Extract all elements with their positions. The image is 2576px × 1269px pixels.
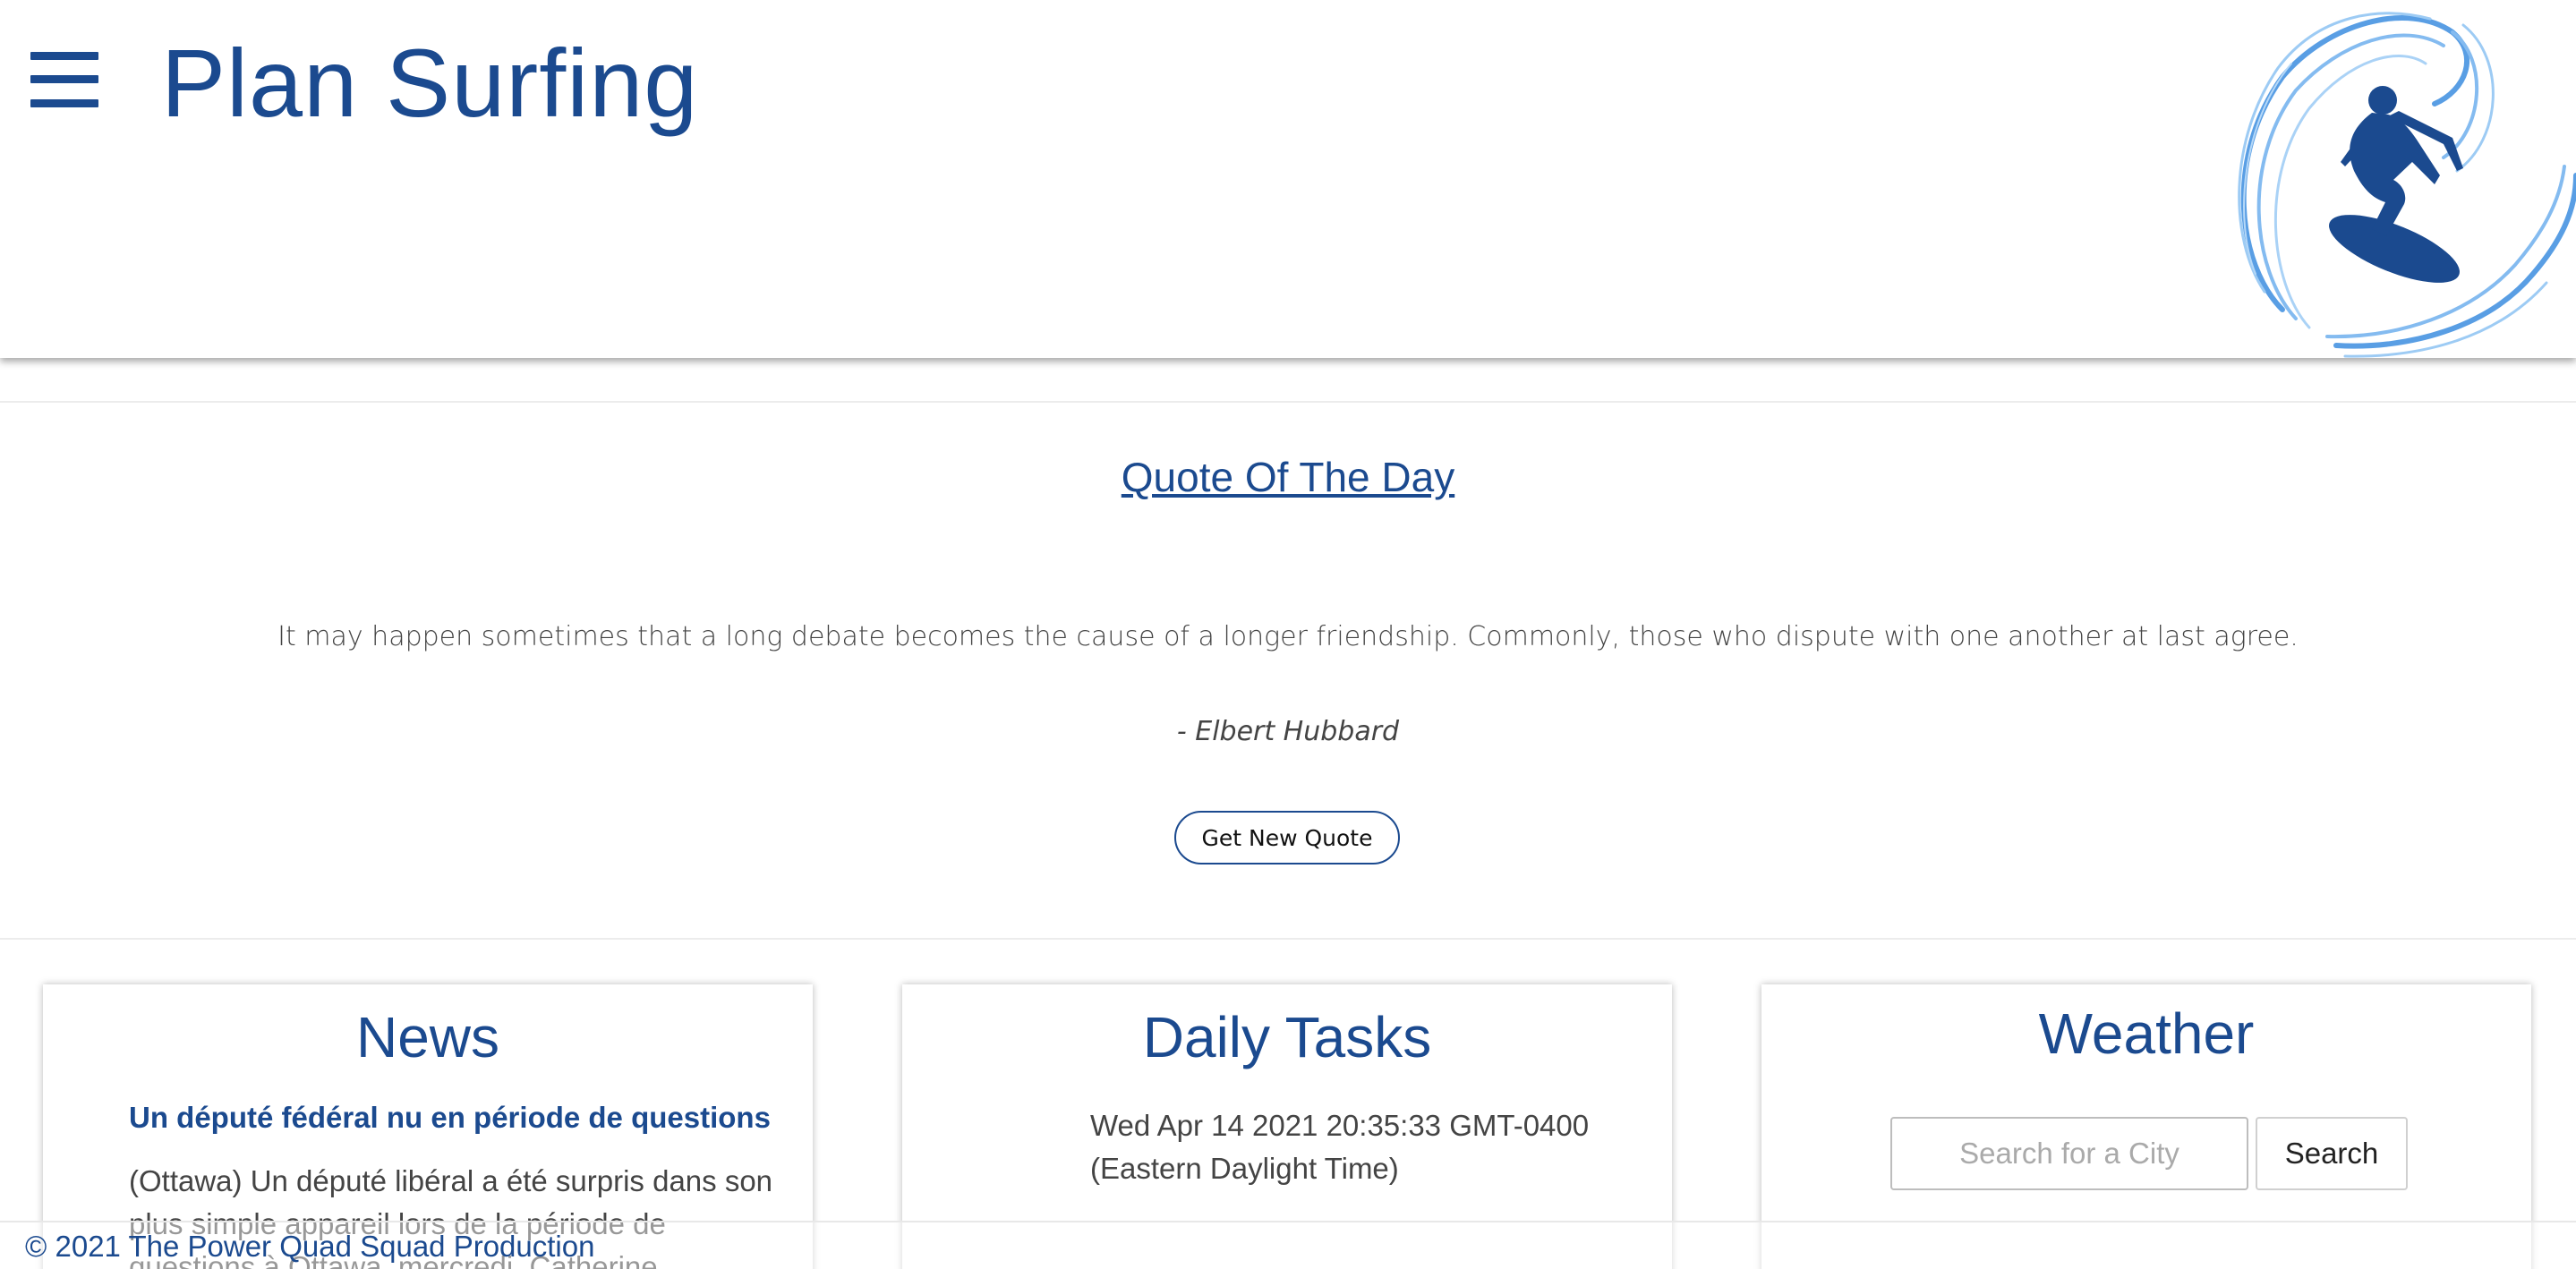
site-header: Plan Surfing <box>0 0 2576 358</box>
current-datetime: Wed Apr 14 2021 20:35:33 GMT-0400 (Easte… <box>1090 1109 1590 1185</box>
footer-copyright: © 2021 The Power Quad Squad Production <box>25 1230 595 1263</box>
quote-text: It may happen sometimes that a long deba… <box>277 621 2299 652</box>
site-footer: © 2021 The Power Quad Squad Production <box>0 1221 2576 1269</box>
daily-tasks-title: Daily Tasks <box>1142 1005 1432 1069</box>
divider <box>0 401 2576 403</box>
city-search-input[interactable] <box>1890 1117 2248 1190</box>
divider <box>0 938 2576 940</box>
quote-author: - Elbert Hubbard <box>1176 716 1400 747</box>
get-new-quote-button[interactable]: Get New Quote <box>1174 811 1400 864</box>
site-title: Plan Surfing <box>161 29 699 137</box>
surfer-wave-logo <box>2238 12 2576 358</box>
weather-title: Weather <box>2038 1001 2255 1066</box>
quote-heading: Quote Of The Day <box>1121 454 1455 500</box>
news-headline-link[interactable]: Un député fédéral nu en période de quest… <box>129 1101 771 1135</box>
news-title: News <box>355 1005 500 1069</box>
city-search-button[interactable]: Search <box>2256 1117 2408 1190</box>
hamburger-menu-icon[interactable] <box>30 50 98 109</box>
